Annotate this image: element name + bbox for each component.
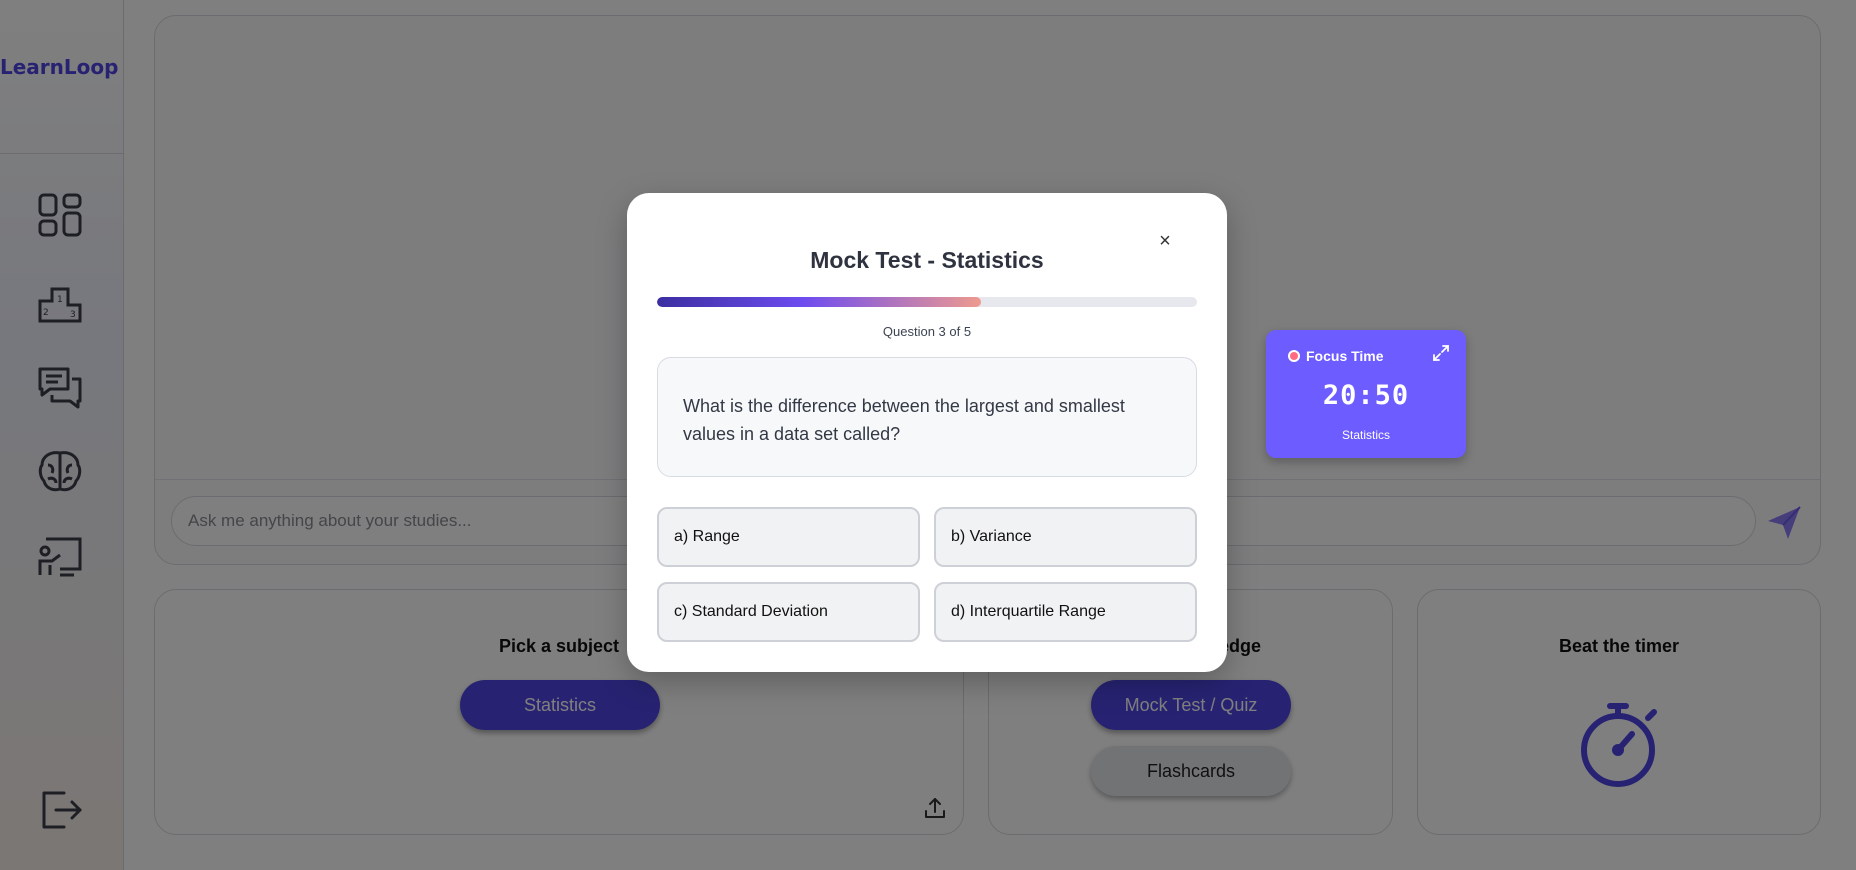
option-d-button[interactable]: d) Interquartile Range — [934, 582, 1197, 642]
focus-title-label: Focus Time — [1306, 348, 1384, 364]
question-counter: Question 3 of 5 — [882, 324, 972, 339]
option-a-button[interactable]: a) Range — [657, 507, 920, 567]
quiz-progress-fill — [657, 297, 981, 307]
modal-title: Mock Test - Statistics — [810, 247, 1044, 273]
option-c-button[interactable]: c) Standard Deviation — [657, 582, 920, 642]
focus-time: 20:50 — [1322, 380, 1410, 411]
question-text: What is the difference between the large… — [657, 357, 1197, 477]
quiz-progress-bar — [657, 297, 1197, 307]
focus-title: Focus Time — [1288, 348, 1384, 364]
target-icon — [1288, 350, 1300, 362]
focus-timer-widget[interactable]: Focus Time 20:50 Statistics — [1266, 330, 1466, 458]
mock-test-modal: × Mock Test - Statistics Question 3 of 5… — [627, 193, 1227, 672]
focus-subject: Statistics — [1341, 428, 1390, 442]
expand-icon[interactable] — [1432, 344, 1450, 362]
option-b-button[interactable]: b) Variance — [934, 507, 1197, 567]
